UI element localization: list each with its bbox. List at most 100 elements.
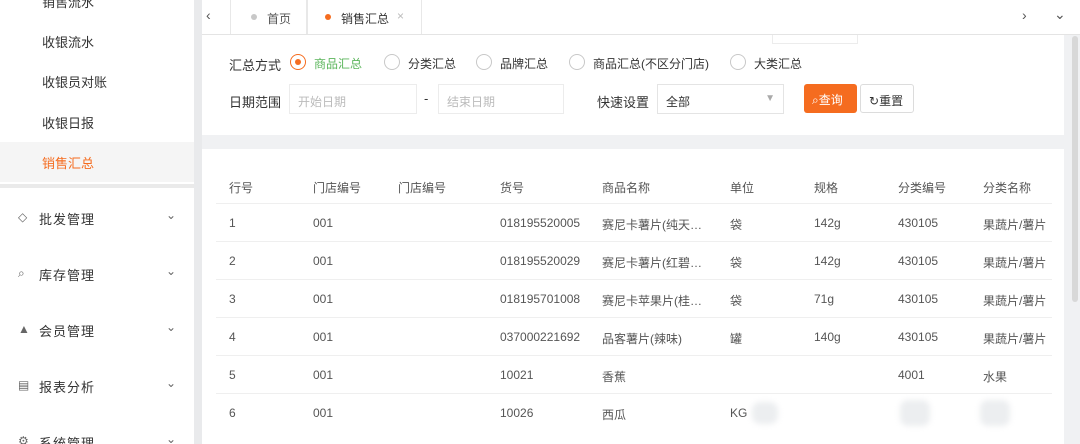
column-header: 门店编号: [398, 181, 447, 195]
sidebar-menu-system[interactable]: ⚙ 系统管理 ⌄: [0, 422, 194, 444]
search-icon: ⌕: [18, 266, 25, 280]
cell: 3: [229, 292, 236, 306]
sidebar-menu-reports[interactable]: ▤ 报表分析 ⌄: [0, 366, 194, 406]
select-value: 全部: [666, 95, 691, 109]
sidebar-item-sales-summary[interactable]: 销售汇总: [42, 153, 94, 172]
sidebar-item-cash-flow[interactable]: 收银流水: [42, 32, 94, 51]
cell: 430105: [898, 292, 939, 306]
radio-label: 分类汇总: [408, 57, 457, 71]
blurred-cell: [900, 400, 930, 426]
cell: 142g: [814, 216, 841, 230]
query-button[interactable]: ⌕查询: [804, 84, 857, 113]
tab-home[interactable]: 首页: [230, 0, 308, 34]
cell: 018195520029: [500, 254, 581, 268]
search-icon: ⌕: [812, 93, 819, 107]
sidebar-menu-inventory[interactable]: ⌕ 库存管理 ⌄: [0, 254, 194, 294]
column-header: 分类编号: [898, 181, 947, 195]
sidebar: 销售流水 收银流水 收银员对账 收银日报 销售汇总 ◇ 批发管理 ⌄ ⌕ 库存管…: [0, 0, 194, 444]
radio-label: 商品汇总(不区分门店): [593, 57, 709, 71]
hidden-field-edge: [772, 35, 858, 44]
cell: 430105: [898, 254, 939, 268]
cell: 142g: [814, 254, 841, 268]
table-row[interactable]: 2 001 018195520029 赛尼卡薯片(红碧… 袋 142g 4301…: [216, 241, 1052, 280]
column-header: 单位: [730, 181, 755, 195]
tab-dot: [325, 14, 331, 20]
sidebar-border: [194, 0, 202, 444]
column-header: 行号: [229, 181, 254, 195]
radio-label: 大类汇总: [754, 57, 803, 71]
blurred-cell: [980, 400, 1010, 426]
radio-circle: [476, 54, 492, 70]
cell: 2: [229, 254, 236, 268]
table-header: 行号 门店编号 门店编号 货号 商品名称 单位 规格 分类编号 分类名称: [216, 173, 1052, 203]
diamond-icon: ◇: [18, 210, 28, 224]
cell: 71g: [814, 292, 835, 306]
tab-sales-summary[interactable]: 销售汇总 ×: [306, 0, 422, 34]
blurred-cell: [752, 402, 778, 424]
cell: 430105: [898, 216, 939, 230]
chevron-right-icon[interactable]: ›: [1022, 7, 1027, 23]
sidebar-menu-wholesale[interactable]: ◇ 批发管理 ⌄: [0, 198, 194, 238]
cell: 赛尼卡薯片(纯天…: [602, 218, 702, 232]
sidebar-item-cashier-reconcile[interactable]: 收银员对账: [42, 72, 107, 91]
menu-label: 库存管理: [39, 268, 96, 283]
chevron-down-icon[interactable]: ⌄: [1054, 6, 1066, 23]
cell: 6: [229, 406, 236, 420]
cell: 001: [313, 254, 334, 268]
close-icon[interactable]: ×: [397, 9, 404, 23]
refresh-icon: ↻: [869, 94, 880, 108]
radio-circle: [569, 54, 585, 70]
chevron-down-icon: ⌄: [166, 320, 177, 334]
date-range-label: 日期范围: [229, 95, 282, 110]
user-icon: ▲: [18, 322, 30, 336]
sidebar-item-sales-flow[interactable]: 销售流水: [42, 0, 94, 11]
cell: 140g: [814, 330, 841, 344]
summary-mode-label: 汇总方式: [229, 58, 282, 73]
tab-label: 首页: [267, 12, 292, 26]
table-row[interactable]: 4 001 037000221692 品客薯片(辣味) 罐 140g 43010…: [216, 317, 1052, 356]
cell: 赛尼卡薯片(红碧…: [602, 256, 702, 270]
menu-label: 会员管理: [39, 324, 96, 339]
cell: 果蔬片/薯片: [983, 218, 1047, 232]
caret-down-icon: ▼: [765, 93, 775, 104]
gear-icon: ⚙: [18, 434, 29, 444]
cell: 果蔬片/薯片: [983, 256, 1047, 270]
quick-setting-select[interactable]: 全部 ▼: [657, 84, 784, 114]
table-row[interactable]: 5 001 10021 香蕉 4001 水果: [216, 355, 1052, 394]
grid-icon: ▤: [18, 378, 30, 392]
query-label: 查询: [818, 93, 843, 107]
menu-label: 批发管理: [39, 212, 96, 227]
sidebar-divider: [0, 184, 194, 188]
radio-label: 品牌汇总: [500, 57, 549, 71]
sidebar-item-daily-report[interactable]: 收银日报: [42, 113, 94, 132]
results-table: 行号 门店编号 门店编号 货号 商品名称 单位 规格 分类编号 分类名称 1 0…: [202, 149, 1064, 444]
sidebar-menu-members[interactable]: ▲ 会员管理 ⌄: [0, 310, 194, 350]
cell: 西瓜: [602, 408, 627, 422]
cell: 5: [229, 368, 236, 382]
table-row[interactable]: 1 001 018195520005 赛尼卡薯片(纯天… 袋 142g 4301…: [216, 203, 1052, 242]
vertical-scrollbar[interactable]: [1072, 36, 1078, 302]
reset-button[interactable]: ↻重置: [860, 84, 914, 113]
table-row[interactable]: 6 001 10026 西瓜 KG: [216, 393, 1052, 432]
column-header: 商品名称: [602, 181, 651, 195]
cell: 袋: [730, 256, 743, 270]
end-date-input[interactable]: 结束日期: [438, 84, 564, 114]
cell: 10026: [500, 406, 534, 420]
cell: 香蕉: [602, 370, 627, 384]
start-date-input[interactable]: 开始日期: [289, 84, 417, 114]
column-header: 分类名称: [983, 181, 1032, 195]
chevron-left-icon[interactable]: ‹: [206, 7, 211, 23]
cell: 001: [313, 292, 334, 306]
cell: 001: [313, 406, 334, 420]
cell: 4: [229, 330, 236, 344]
tab-dot: [251, 14, 257, 20]
table-row[interactable]: 3 001 018195701008 赛尼卡苹果片(桂… 袋 71g 43010…: [216, 279, 1052, 318]
tab-label: 销售汇总: [341, 12, 390, 26]
radio-circle: [290, 54, 306, 70]
chevron-down-icon: ⌄: [166, 376, 177, 390]
chevron-down-icon: ⌄: [166, 432, 177, 444]
reset-label: 重置: [879, 94, 904, 108]
cell: 赛尼卡苹果片(桂…: [602, 294, 702, 308]
radio-circle: [730, 54, 746, 70]
chevron-down-icon: ⌄: [166, 264, 177, 278]
